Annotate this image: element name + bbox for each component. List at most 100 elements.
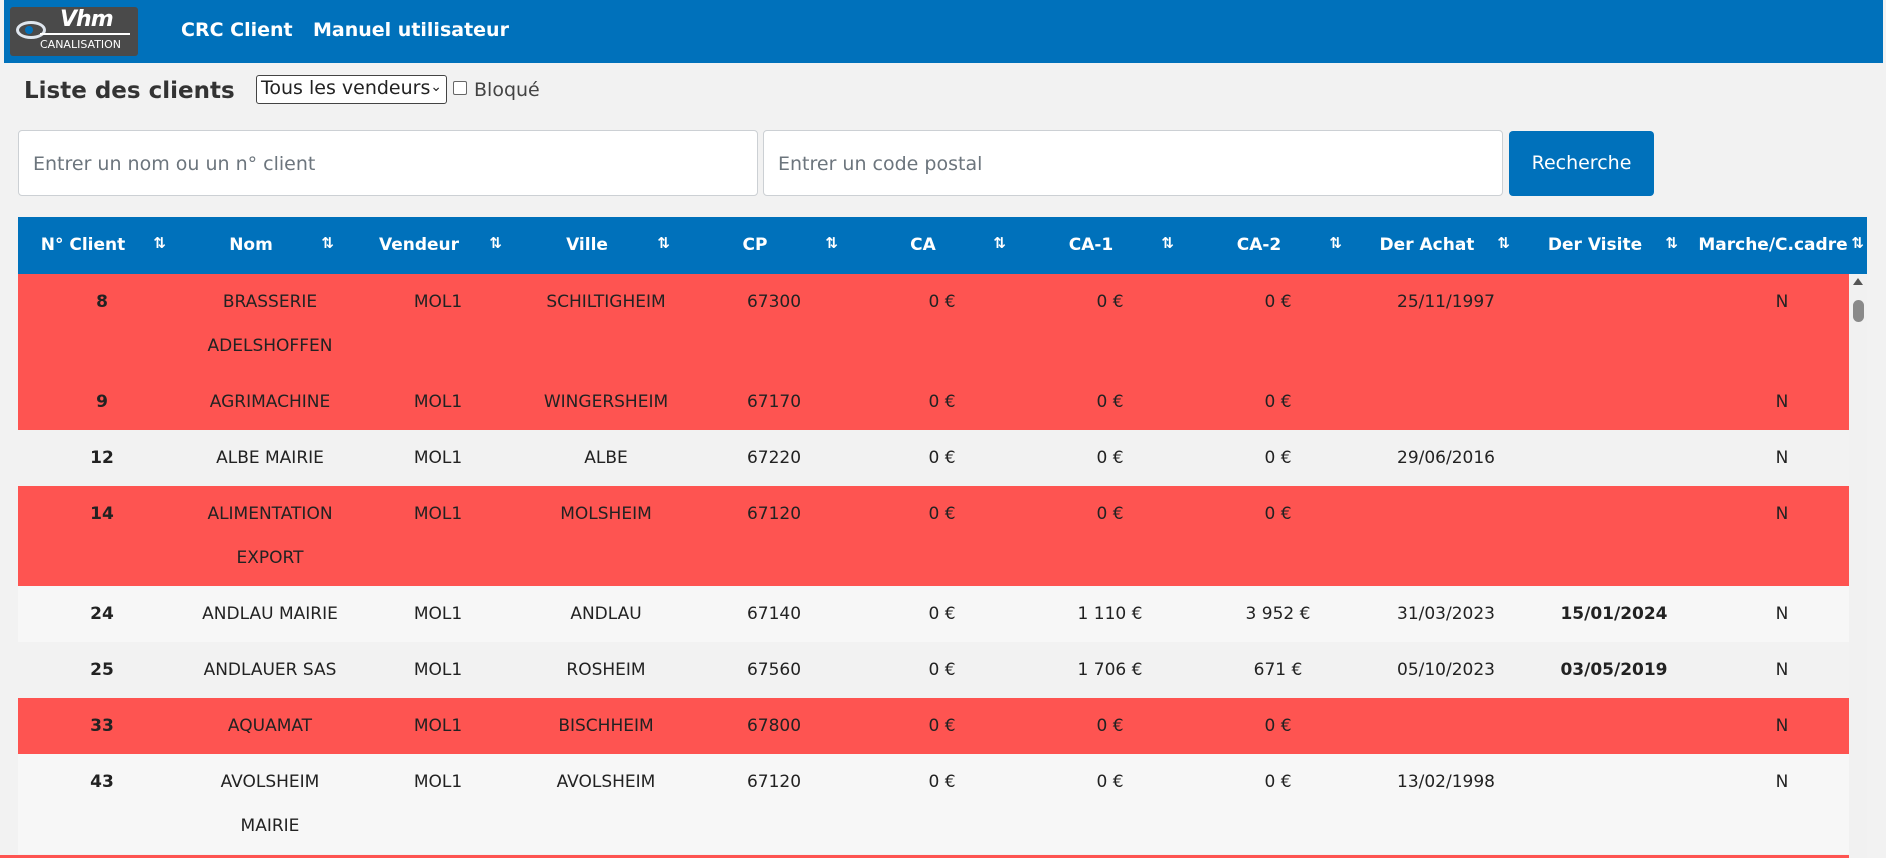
column-header-label: CA-2 [1236, 235, 1282, 255]
chevron-down-icon: ⌄ [430, 79, 442, 95]
cell-nom: ANDLAUER SAS [203, 660, 337, 680]
cell-ca-2: 0 € [1264, 772, 1292, 792]
cell-ca-1: 0 € [1096, 292, 1124, 312]
cell-nom: AQUAMAT [227, 716, 313, 736]
table-body: 8 BRASSERIE ADELSHOFFEN MOL1 SCHILTIGHEIM 67… [18, 274, 1849, 854]
column-header-nom[interactable]: Nom ⇅ [186, 217, 354, 274]
cell-ca: 0 € [928, 716, 956, 736]
cell-ca-2: 0 € [1264, 504, 1292, 524]
table-row[interactable]: 14 ALIMENTATION EXPORT MOL1 MOLSHEIM 67120 0 … [18, 486, 1849, 586]
vendeur-select-value: Tous les vendeurs [261, 77, 431, 99]
cell-vendeur: MOL1 [413, 504, 463, 524]
table-row[interactable]: 33 AQUAMAT MOL1 BISCHHEIM 67800 0 € 0 € 0 € N [18, 698, 1849, 754]
cell-cp: 67800 [746, 716, 802, 736]
column-header-label: Nom [229, 235, 273, 255]
cell-vendeur: MOL1 [413, 660, 463, 680]
cell-der-visite: 15/01/2024 [1560, 604, 1668, 624]
table-row[interactable]: 25 ANDLAUER SAS MOL1 ROSHEIM 67560 0 € 1 706 €… [18, 642, 1849, 698]
column-header-label: Der Achat [1379, 235, 1475, 255]
cell-ville: MOLSHEIM [560, 504, 652, 524]
scrollbar-thumb[interactable] [1853, 300, 1864, 322]
cell-cp: 67120 [746, 772, 802, 792]
cell-client-number: 33 [90, 716, 114, 736]
cell-client-number: 8 [96, 292, 108, 312]
sort-icon[interactable]: ⇅ [1497, 234, 1510, 252]
logo-title: Vhm [60, 7, 114, 32]
table-scrollbar[interactable] [1849, 274, 1867, 858]
sort-icon[interactable]: ⇅ [1665, 234, 1678, 252]
cell-ca-2: 0 € [1264, 392, 1292, 412]
sort-icon[interactable]: ⇅ [1329, 234, 1342, 252]
cell-ca-2: 0 € [1264, 716, 1292, 736]
sort-icon[interactable]: ⇅ [825, 234, 838, 252]
cell-marche-c-cadre: N [1775, 716, 1789, 736]
cell-ville: ANDLAU [570, 604, 642, 624]
sort-icon[interactable]: ⇅ [321, 234, 334, 252]
cell-vendeur: MOL1 [413, 716, 463, 736]
cell-vendeur: MOL1 [413, 448, 463, 468]
column-header-ca-2[interactable]: CA-2 ⇅ [1194, 217, 1362, 274]
cell-cp: 67220 [746, 448, 802, 468]
column-header-vendeur[interactable]: Vendeur ⇅ [354, 217, 522, 274]
sort-icon[interactable]: ⇅ [1161, 234, 1174, 252]
nav-manuel-utilisateur[interactable]: Manuel utilisateur [313, 19, 509, 41]
column-header-ca-1[interactable]: CA-1 ⇅ [1026, 217, 1194, 274]
table-row[interactable]: 43 AVOLSHEIM MAIRIE MOL1 AVOLSHEIM 67120 0 € 0… [18, 754, 1849, 854]
cell-ca-1: 0 € [1096, 716, 1124, 736]
column-header-ca[interactable]: CA ⇅ [858, 217, 1026, 274]
table-header: N° Client ⇅ Nom ⇅ Vendeur ⇅ Ville ⇅ CP ⇅ CA ⇅ CA-1 ⇅ C… [18, 217, 1867, 274]
column-header-marche-c-cadre[interactable]: Marche/C.cadre ⇅ [1698, 217, 1866, 274]
column-header-der-achat[interactable]: Der Achat ⇅ [1362, 217, 1530, 274]
column-header-ville[interactable]: Ville ⇅ [522, 217, 690, 274]
cell-client-number: 24 [90, 604, 114, 624]
column-header-client-number[interactable]: N° Client ⇅ [18, 217, 186, 274]
vendeur-select[interactable]: Tous les vendeurs ⌄ [256, 75, 447, 104]
name-search-input[interactable]: Entrer un nom ou un n° client [18, 130, 758, 196]
table-row[interactable]: 24 ANDLAU MAIRIE MOL1 ANDLAU 67140 0 € 1 110 €… [18, 586, 1849, 642]
vhm-logo[interactable]: Vhm CANALISATION [10, 7, 138, 56]
cell-cp: 67120 [746, 504, 802, 524]
column-header-label: CA-1 [1068, 235, 1114, 255]
table-row[interactable]: 12 ALBE MAIRIE MOL1 ALBE 67220 0 € 0 € 0 € 29/06… [18, 430, 1849, 486]
column-header-label: Marche/C.cadre [1698, 235, 1848, 255]
cell-ca-1: 0 € [1096, 772, 1124, 792]
table-row[interactable]: 8 BRASSERIE ADELSHOFFEN MOL1 SCHILTIGHEIM 67… [18, 274, 1849, 374]
cell-ca: 0 € [928, 660, 956, 680]
bloque-checkbox[interactable] [453, 81, 467, 95]
cell-client-number: 9 [96, 392, 108, 412]
cell-ca-2: 0 € [1264, 448, 1292, 468]
column-header-label: Vendeur [378, 235, 460, 255]
cell-der-achat: 13/02/1998 [1397, 772, 1495, 792]
clients-table: N° Client ⇅ Nom ⇅ Vendeur ⇅ Ville ⇅ CP ⇅ CA ⇅ CA-1 ⇅ C… [18, 217, 1867, 858]
cell-der-visite: 03/05/2019 [1560, 660, 1668, 680]
column-header-cp[interactable]: CP ⇅ [690, 217, 858, 274]
cell-ca-1: 0 € [1096, 504, 1124, 524]
cell-ca-2: 671 € [1253, 660, 1303, 680]
sort-icon[interactable]: ⇅ [657, 234, 670, 252]
cell-marche-c-cadre: N [1775, 504, 1789, 524]
cell-marche-c-cadre: N [1775, 392, 1789, 412]
cell-nom: AGRIMACHINE [209, 392, 331, 412]
sort-icon[interactable]: ⇅ [153, 234, 166, 252]
cell-ville: SCHILTIGHEIM [546, 292, 666, 312]
cell-nom: BRASSERIE ADELSHOFFEN [207, 292, 333, 356]
sort-icon[interactable]: ⇅ [1851, 234, 1864, 252]
scroll-up-arrow-icon[interactable] [1853, 278, 1863, 285]
cell-vendeur: MOL1 [413, 392, 463, 412]
table-row[interactable]: 9 AGRIMACHINE MOL1 WINGERSHEIM 67170 0 € 0 € 0 … [18, 374, 1849, 430]
column-header-der-visite[interactable]: Der Visite ⇅ [1530, 217, 1698, 274]
sort-icon[interactable]: ⇅ [993, 234, 1006, 252]
page-title: Liste des clients [24, 78, 235, 104]
cell-der-achat: 31/03/2023 [1397, 604, 1495, 624]
cell-ca-1: 0 € [1096, 392, 1124, 412]
cell-ville: ROSHEIM [566, 660, 646, 680]
cell-client-number: 25 [90, 660, 114, 680]
cell-ca-1: 1 110 € [1077, 604, 1143, 624]
sort-icon[interactable]: ⇅ [489, 234, 502, 252]
cell-ca: 0 € [928, 392, 956, 412]
cell-ca-1: 1 706 € [1077, 660, 1143, 680]
column-header-label: N° Client [40, 235, 126, 255]
nav-crc-client[interactable]: CRC Client [181, 19, 293, 41]
search-button[interactable]: Recherche [1509, 131, 1654, 196]
postal-code-input[interactable]: Entrer un code postal [763, 130, 1503, 196]
